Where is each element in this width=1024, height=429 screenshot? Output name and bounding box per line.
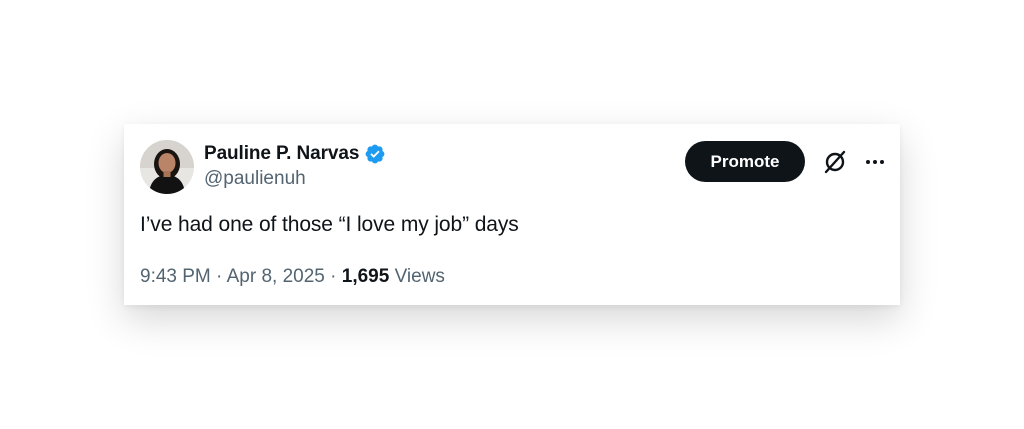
verified-badge-icon[interactable] [364, 143, 386, 165]
tweet-header: Pauline P. Narvas @paulienuh Promote [140, 140, 886, 194]
display-name[interactable]: Pauline P. Narvas [204, 143, 359, 165]
promote-button[interactable]: Promote [685, 141, 805, 182]
display-name-row: Pauline P. Narvas [204, 140, 386, 168]
tweet-time[interactable]: 9:43 PM [140, 266, 211, 287]
views-label: Views [394, 266, 445, 287]
more-horizontal-icon[interactable] [864, 152, 886, 172]
tweet-meta: 9:43 PM · Apr 8, 2025 · 1,695 Views [140, 266, 445, 288]
user-handle[interactable]: @paulienuh [204, 168, 386, 190]
meta-separator: · [216, 266, 223, 287]
meta-separator: · [330, 266, 337, 287]
tweet-text: I’ve had one of those “I love my job” da… [140, 213, 519, 236]
avatar[interactable] [140, 140, 194, 194]
tweet-date[interactable]: Apr 8, 2025 [227, 266, 325, 287]
views-count: 1,695 [341, 266, 390, 287]
user-block: Pauline P. Narvas @paulienuh [204, 140, 386, 190]
tweet-card[interactable]: Pauline P. Narvas @paulienuh Promote I’v… [124, 124, 900, 305]
grok-icon[interactable] [822, 149, 848, 175]
